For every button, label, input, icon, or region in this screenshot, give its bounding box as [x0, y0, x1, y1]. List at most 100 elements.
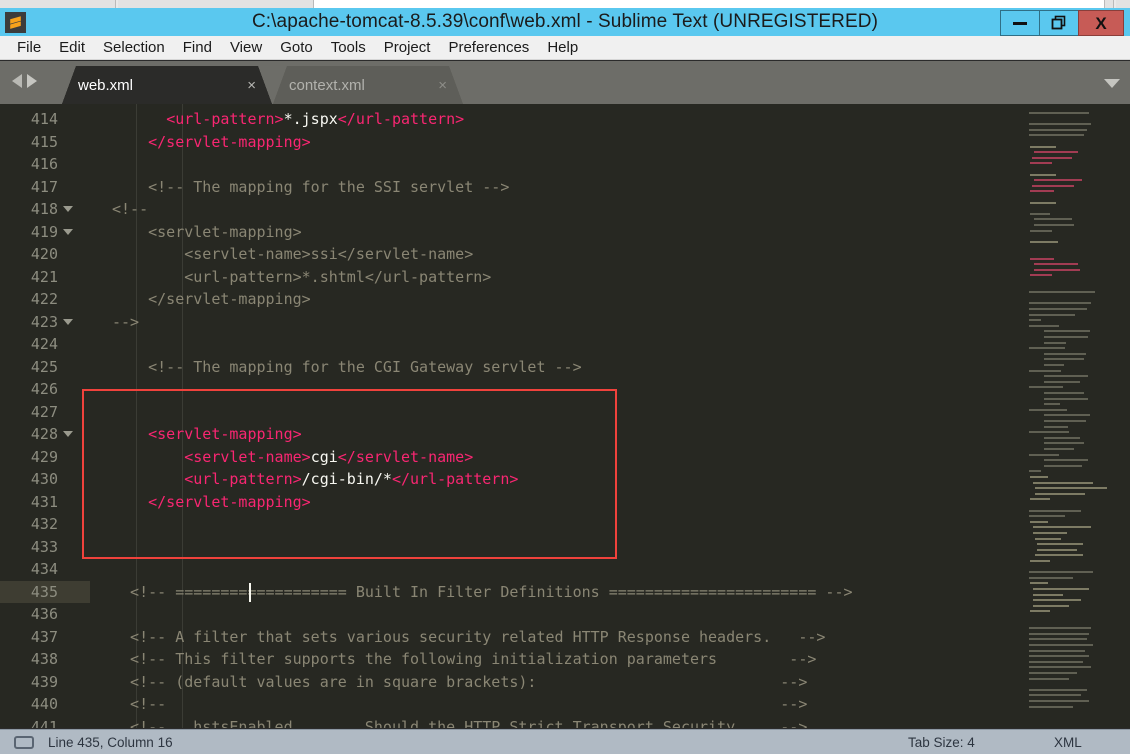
minimap-line	[1035, 537, 1061, 540]
menu-item-edit[interactable]: Edit	[50, 37, 94, 59]
code-line-415[interactable]: </servlet-mapping>	[112, 131, 311, 154]
code-line-419[interactable]: <servlet-mapping>	[112, 221, 302, 244]
gutter-line-438[interactable]: 438	[0, 648, 90, 671]
minimap-line	[1044, 403, 1060, 406]
minimize-button[interactable]	[1000, 10, 1040, 36]
minimap-line	[1029, 134, 1084, 137]
code-line-418[interactable]: <!--	[112, 198, 148, 221]
gutter-line-425[interactable]: 425	[0, 356, 90, 379]
gutter-line-426[interactable]: 426	[0, 378, 90, 401]
tab-context-xml[interactable]: context.xml ×	[273, 66, 463, 104]
gutter-line-434[interactable]: 434	[0, 558, 90, 581]
code-line-430[interactable]: <url-pattern>/cgi-bin/*</url-pattern>	[112, 468, 518, 491]
gutter-line-429[interactable]: 429	[0, 446, 90, 469]
tab-navigation	[12, 74, 37, 88]
code-line-428[interactable]: <servlet-mapping>	[112, 423, 302, 446]
code-line-438[interactable]: <!-- This filter supports the following …	[112, 648, 816, 671]
gutter-line-437[interactable]: 437	[0, 626, 90, 649]
code-line-423[interactable]: -->	[112, 311, 139, 334]
menu-item-goto[interactable]: Goto	[271, 37, 322, 59]
gutter-line-433[interactable]: 433	[0, 536, 90, 559]
editor-area[interactable]: 414 <url-pattern>*.jspx</url-pattern> 415…	[0, 104, 1130, 728]
restore-icon	[1051, 15, 1066, 30]
code-line-429[interactable]: <servlet-name>cgi</servlet-name>	[112, 446, 473, 469]
code-line-439[interactable]: <!-- (default values are in square brack…	[112, 671, 807, 694]
menu-item-tools[interactable]: Tools	[322, 37, 375, 59]
minimap-line	[1029, 302, 1091, 305]
minimap-line	[1030, 520, 1048, 523]
sidebar-toggle-icon[interactable]	[14, 736, 34, 749]
cursor-position-label[interactable]: Line 435, Column 16	[48, 730, 173, 755]
tab-overflow-chevron-icon[interactable]	[1104, 79, 1120, 88]
code-line-440[interactable]: <!-- -->	[112, 693, 807, 716]
minimap-line	[1044, 375, 1088, 378]
code-line-414[interactable]: <url-pattern>*.jspx</url-pattern>	[112, 108, 464, 131]
minimap-line	[1029, 453, 1059, 456]
code-line-420[interactable]: <servlet-name>ssi</servlet-name>	[112, 243, 473, 266]
close-button[interactable]: X	[1078, 10, 1124, 36]
gutter-line-441[interactable]: 441	[0, 716, 90, 729]
code-line-441[interactable]: <!-- hstsEnabled Should the HTTP Strict …	[112, 716, 807, 729]
code-line-431[interactable]: </servlet-mapping>	[112, 491, 311, 514]
gutter-line-420[interactable]: 420	[0, 243, 90, 266]
title-bar[interactable]: C:\apache-tomcat-8.5.39\conf\web.xml - S…	[0, 8, 1130, 36]
code-line-435[interactable]: <!-- =================== Built In Filter…	[112, 581, 852, 604]
gutter-line-432[interactable]: 432	[0, 513, 90, 536]
code-token: <!-- The mapping for the CGI Gateway ser…	[112, 357, 582, 376]
code-token: <!--	[112, 200, 149, 218]
restore-button[interactable]	[1039, 10, 1079, 36]
minimap-line	[1034, 268, 1080, 271]
gutter-line-419[interactable]: 419	[0, 221, 90, 244]
minimap-line	[1030, 274, 1052, 277]
syntax-label[interactable]: XML	[1054, 730, 1082, 755]
gutter-line-427[interactable]: 427	[0, 401, 90, 424]
tab-body[interactable]: web.xml ×	[76, 66, 258, 104]
code-line-425[interactable]: <!-- The mapping for the CGI Gateway ser…	[112, 356, 582, 379]
gutter-line-430[interactable]: 430	[0, 468, 90, 491]
tab-close-icon[interactable]: ×	[438, 77, 447, 94]
code-line-422[interactable]: </servlet-mapping>	[112, 288, 311, 311]
menu-item-view[interactable]: View	[221, 37, 271, 59]
fold-triangle-icon[interactable]	[63, 228, 73, 235]
gutter-line-415[interactable]: 415	[0, 131, 90, 154]
gutter-line-414[interactable]: 414	[0, 108, 90, 131]
menu-item-find[interactable]: Find	[174, 37, 221, 59]
tab-body[interactable]: context.xml ×	[287, 66, 449, 104]
gutter-line-431[interactable]: 431	[0, 491, 90, 514]
minimap-line	[1029, 408, 1067, 411]
gutter-line-436[interactable]: 436	[0, 603, 90, 626]
tab-web-xml[interactable]: web.xml ×	[62, 66, 272, 104]
menu-item-project[interactable]: Project	[375, 37, 440, 59]
menu-item-file[interactable]: File	[8, 37, 50, 59]
code-line-417[interactable]: <!-- The mapping for the SSI servlet -->	[112, 176, 509, 199]
gutter-line-423[interactable]: 423	[0, 311, 90, 334]
code-token: </servlet-mapping>	[112, 290, 311, 308]
menu-item-help[interactable]: Help	[538, 37, 587, 59]
next-tab-arrow-icon[interactable]	[27, 74, 37, 88]
gutter-line-416[interactable]: 416	[0, 153, 90, 176]
menu-item-selection[interactable]: Selection	[94, 37, 174, 59]
gutter-line-417[interactable]: 417	[0, 176, 90, 199]
menu-bar: File Edit Selection Find View Goto Tools Projec…	[0, 36, 1130, 60]
fold-triangle-icon[interactable]	[63, 318, 73, 325]
fold-triangle-icon[interactable]	[63, 431, 73, 437]
menu-item-preferences[interactable]: Preferences	[439, 37, 538, 59]
tab-close-icon[interactable]: ×	[247, 77, 256, 94]
gutter-line-440[interactable]: 440	[0, 693, 90, 716]
gutter-line-424[interactable]: 424	[0, 333, 90, 356]
gutter-line-435[interactable]: 435	[0, 580, 90, 603]
fold-triangle-icon[interactable]	[63, 206, 73, 212]
tab-size-label[interactable]: Tab Size: 4	[908, 730, 975, 755]
gutter-line-428[interactable]: 428	[0, 423, 90, 446]
code-line-421[interactable]: <url-pattern>*.shtml</url-pattern>	[112, 266, 491, 289]
gutter-line-418[interactable]: 418	[0, 198, 90, 221]
gutter-line-422[interactable]: 422	[0, 288, 90, 311]
gutter-line-439[interactable]: 439	[0, 671, 90, 694]
gutter-line-421[interactable]: 421	[0, 266, 90, 289]
prev-tab-arrow-icon[interactable]	[12, 74, 22, 88]
minimap-line	[1030, 229, 1052, 232]
code-line-437[interactable]: <!-- A filter that sets various security…	[112, 626, 825, 649]
minimap-line	[1029, 705, 1073, 708]
line-number: 431	[30, 492, 58, 511]
minimap[interactable]	[1020, 104, 1130, 728]
